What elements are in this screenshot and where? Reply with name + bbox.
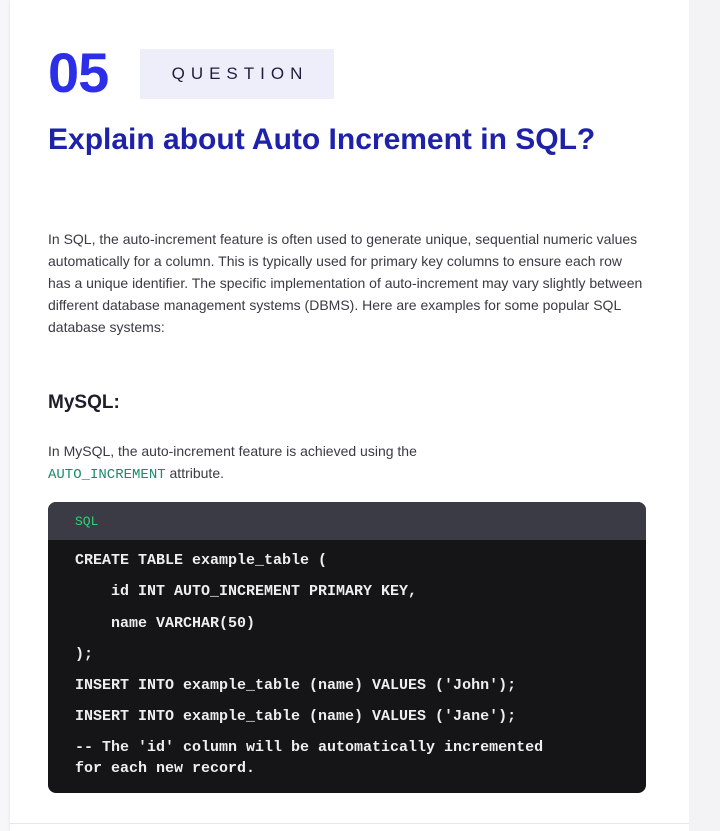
right-margin: [689, 0, 720, 831]
page-title: Explain about Auto Increment in SQL?: [48, 123, 596, 156]
code-line: -- The 'id' column will be automatically…: [75, 739, 544, 756]
question-number: 05: [48, 41, 109, 104]
section-heading: MySQL:: [48, 392, 120, 413]
code-line: for each new record.: [75, 760, 256, 777]
code-line: CREATE TABLE example_table (: [75, 552, 328, 569]
code-line: );: [75, 646, 94, 663]
code-line: id INT AUTO_INCREMENT PRIMARY KEY,: [75, 583, 418, 600]
question-tag: QUESTION: [140, 49, 334, 99]
code-block-header: SQL: [48, 502, 646, 540]
code-line: name VARCHAR(50): [75, 615, 256, 632]
paragraph-text-start: In MySQL, the auto-increment feature is …: [48, 443, 417, 459]
inline-code-keyword: AUTO_INCREMENT: [48, 467, 166, 483]
page-divider: [10, 823, 689, 824]
code-line: INSERT INTO example_table (name) VALUES …: [75, 708, 517, 725]
paragraph-text-end: attribute.: [165, 465, 225, 481]
section-paragraph: In MySQL, the auto-increment feature is …: [48, 440, 648, 486]
code-language-label: SQL: [75, 513, 99, 529]
code-block: SQL CREATE TABLE example_table ( id INT …: [48, 502, 646, 793]
intro-paragraph: In SQL, the auto-increment feature is of…: [48, 231, 643, 335]
code-line: INSERT INTO example_table (name) VALUES …: [75, 677, 517, 694]
